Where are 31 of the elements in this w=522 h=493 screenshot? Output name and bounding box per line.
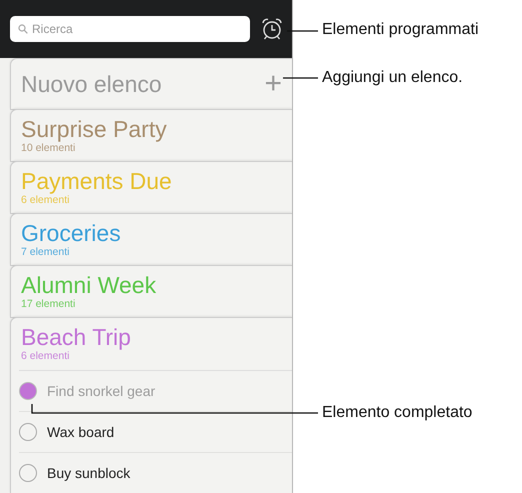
new-list-label: Nuovo elenco — [21, 70, 162, 98]
reminder-text: Find snorkel gear — [47, 383, 156, 399]
list-title: Groceries — [21, 220, 122, 246]
list-card[interactable]: Alumni Week 17 elementi — [10, 265, 292, 318]
item-count: 10 elementi — [21, 142, 76, 154]
item-count: 17 elementi — [21, 298, 76, 310]
completion-checkbox[interactable] — [19, 382, 37, 400]
leader-line — [283, 77, 318, 79]
item-count: 6 elementi — [21, 194, 70, 206]
callout-label: Elementi programmati — [322, 20, 478, 40]
list-title: Payments Due — [21, 168, 173, 194]
reminder-text: Wax board — [47, 424, 114, 440]
item-count: 6 elementi — [21, 350, 70, 362]
reminder-text: Buy sunblock — [47, 465, 130, 481]
callout-label: Aggiungi un elenco. — [322, 68, 463, 88]
list-title: Alumni Week — [21, 272, 158, 298]
list-card[interactable]: Beach Trip 6 elementi Find snorkel gear Wax board Buy sunblock — [10, 317, 292, 493]
list-card[interactable]: Groceries 7 elementi — [10, 213, 292, 266]
list-card[interactable]: Surprise Party 10 elementi — [10, 109, 292, 162]
list-title: Beach Trip — [21, 324, 132, 350]
item-count: 7 elementi — [21, 246, 70, 258]
completion-checkbox[interactable] — [19, 464, 37, 482]
leader-line — [287, 30, 318, 32]
list-card[interactable]: Payments Due 6 elementi — [10, 161, 292, 214]
new-list-card[interactable]: Nuovo elenco + — [10, 58, 292, 110]
search-field[interactable]: Ricerca — [10, 16, 250, 42]
completion-checkbox[interactable] — [19, 423, 37, 441]
alarm-clock-icon[interactable] — [260, 17, 284, 41]
callout-label: Elemento completato — [322, 403, 472, 423]
add-list-button[interactable]: + — [260, 69, 286, 99]
list-title: Surprise Party — [21, 116, 168, 142]
